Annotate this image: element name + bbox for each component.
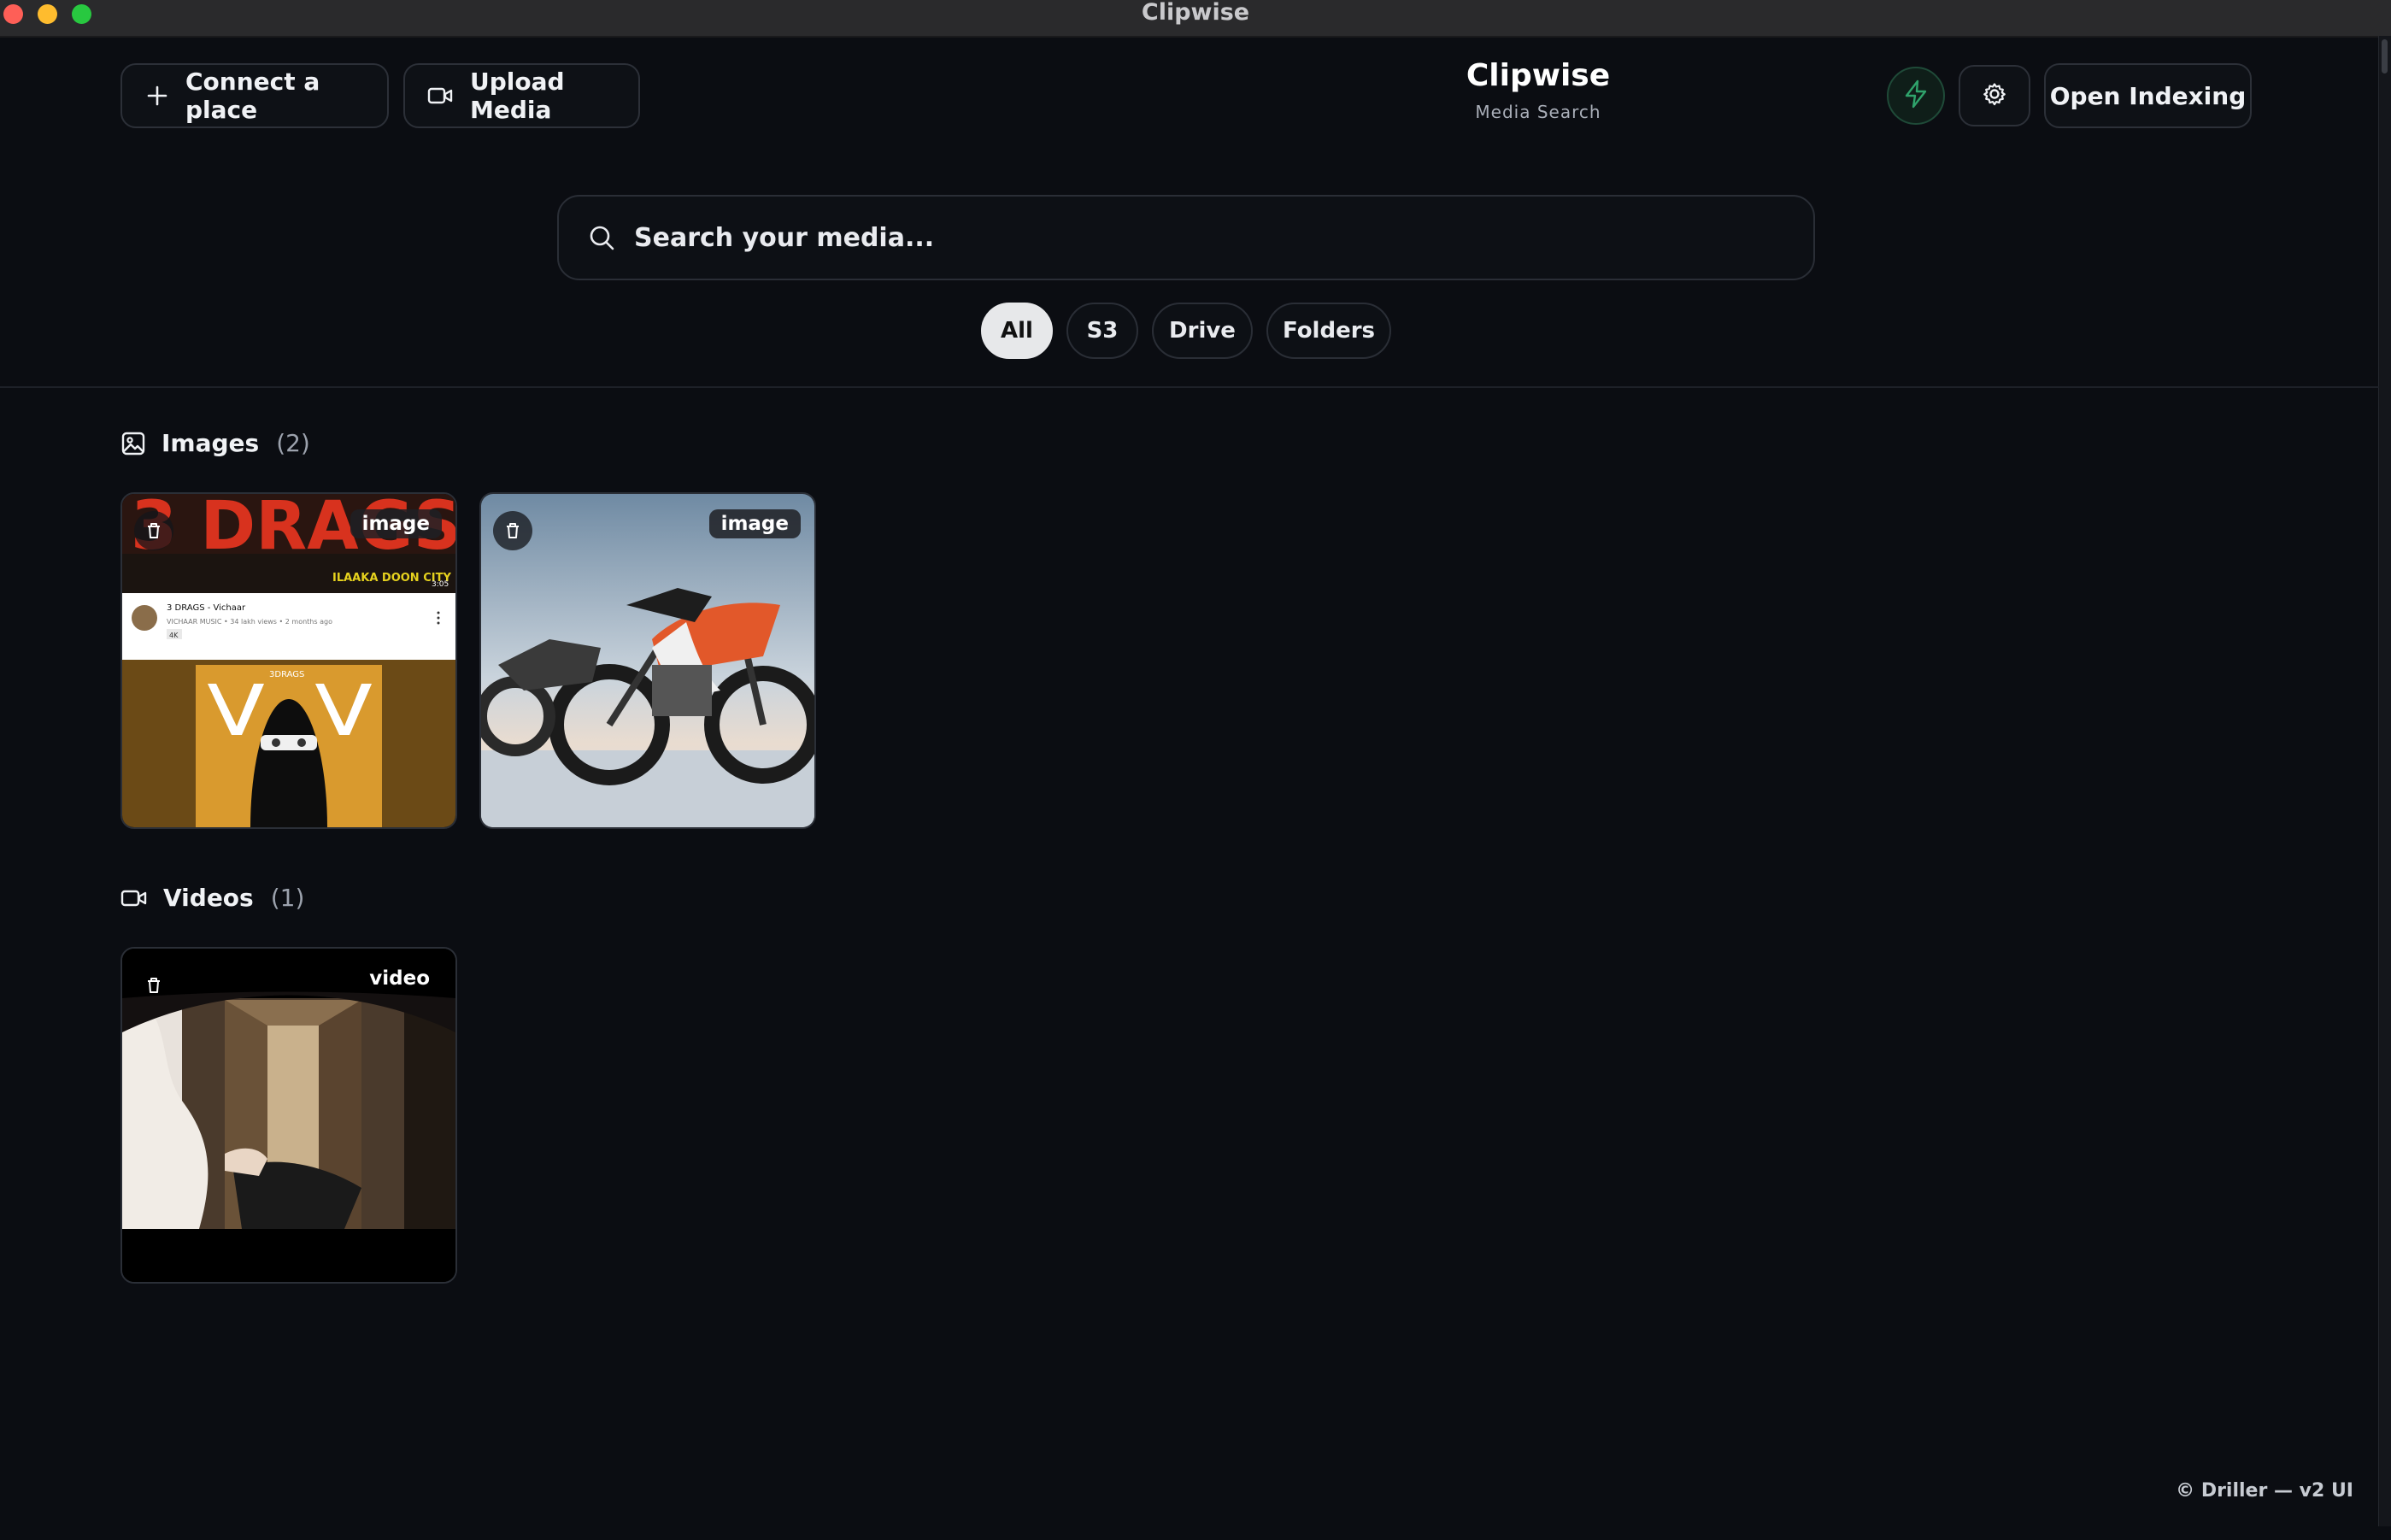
trash-icon [148, 978, 160, 993]
images-section-header: Images (2) [120, 429, 310, 457]
thumb-video-meta: VICHAAR MUSIC • 34 lakh views • 2 months… [167, 618, 332, 626]
image-icon [120, 431, 146, 456]
videos-section-header: Videos (1) [120, 884, 304, 912]
quick-action-button[interactable] [1887, 67, 1945, 125]
open-indexing-button[interactable]: Open Indexing [2044, 63, 2252, 128]
image-thumbnail-2 [481, 494, 814, 827]
media-type-badge: video [369, 967, 430, 990]
media-type-badge: image [708, 509, 801, 538]
footer-credit: © Driller — v2 UI [2176, 1480, 2353, 1502]
images-count: (2) [276, 429, 310, 457]
gear-icon [1982, 81, 2007, 110]
video-camera-icon [427, 85, 453, 106]
window-title: Clipwise [1141, 0, 1250, 26]
thumb-album-label: 3DRAGS [269, 670, 304, 679]
images-section-title: Images [162, 429, 260, 457]
scrollbar-thumb[interactable] [2382, 39, 2388, 73]
window-titlebar: Clipwise [0, 0, 2391, 38]
video-camera-icon [120, 887, 148, 909]
videos-count: (1) [270, 884, 305, 912]
image-thumbnail-1: 3 DRAGS ILAAKA DOON CITY 3:05 3 DRAGS - … [122, 494, 455, 827]
open-indexing-label: Open Indexing [2049, 81, 2247, 110]
trash-icon [507, 523, 519, 538]
filter-chip-drive[interactable]: Drive [1152, 303, 1253, 359]
connect-place-label: Connect a place [185, 68, 320, 124]
thumb-video-title: 3 DRAGS - Vichaar [167, 603, 246, 613]
delete-media-button[interactable] [493, 511, 532, 550]
media-card-image-2[interactable]: image [479, 492, 816, 829]
settings-button[interactable] [1959, 65, 2030, 126]
search-input[interactable] [632, 221, 1747, 254]
search-bar[interactable] [557, 195, 1815, 280]
media-card-image-1[interactable]: 3 DRAGS ILAAKA DOON CITY 3:05 3 DRAGS - … [120, 492, 457, 829]
connect-place-button[interactable]: Connect a place [120, 63, 389, 128]
delete-media-button[interactable] [134, 511, 173, 550]
video-thumbnail-1 [122, 949, 455, 1282]
upload-media-label: Upload Media [470, 68, 565, 124]
media-type-badge: image [350, 509, 442, 538]
scrollbar[interactable] [2378, 36, 2391, 1526]
thumb-quality: 4K [169, 632, 179, 639]
filter-chip-folders[interactable]: Folders [1266, 303, 1391, 359]
upload-media-button[interactable]: Upload Media [403, 63, 640, 128]
delete-media-button[interactable] [134, 966, 173, 1005]
search-icon [588, 224, 615, 251]
thumb-duration: 3:05 [432, 580, 449, 589]
header-divider [0, 386, 2379, 388]
media-card-video-1[interactable]: video [120, 947, 457, 1284]
trash-icon [148, 523, 160, 538]
plus-icon [146, 85, 168, 107]
filter-chip-s3[interactable]: S3 [1066, 303, 1138, 359]
bolt-icon [1903, 79, 1929, 112]
filter-chip-all[interactable]: All [981, 303, 1053, 359]
videos-section-title: Videos [163, 884, 254, 912]
